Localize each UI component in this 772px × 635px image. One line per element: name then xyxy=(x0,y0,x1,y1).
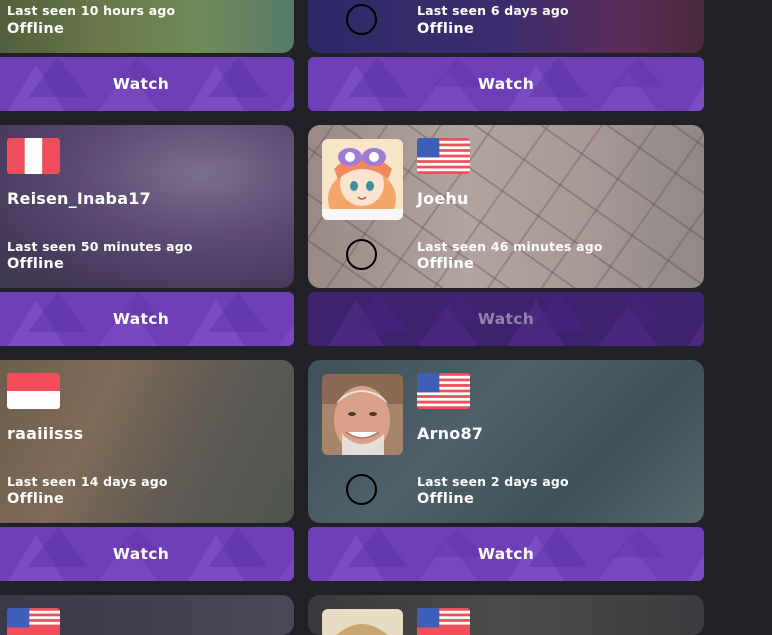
watch-label: Watch xyxy=(112,545,170,563)
user-card: Joehu Last seen 46 minutes ago Offline xyxy=(308,125,704,288)
status-text: Offline xyxy=(7,491,65,507)
status-text: Offline xyxy=(417,21,475,37)
username[interactable]: Joehu xyxy=(417,189,469,208)
last-seen-text: Last seen 14 days ago xyxy=(7,474,168,489)
last-seen-text: Last seen 10 hours ago xyxy=(7,3,176,18)
status-text: Offline xyxy=(7,256,65,272)
usa-flag-icon xyxy=(417,138,470,174)
watch-button[interactable]: Watch xyxy=(0,57,294,111)
watch-label: Watch xyxy=(112,75,170,93)
last-seen-text: Last seen 6 days ago xyxy=(417,3,569,18)
anime-girl-avatar xyxy=(322,139,403,220)
user-card: Reisen_Inaba17 Last seen 50 minutes ago … xyxy=(0,125,294,288)
watch-button[interactable]: Watch xyxy=(308,292,704,346)
usa-flag-icon xyxy=(417,608,470,635)
smiling-man-avatar xyxy=(322,374,403,455)
last-seen-text: Last seen 46 minutes ago xyxy=(417,239,603,254)
watch-label: Watch xyxy=(112,310,170,328)
username[interactable]: raaiiisss xyxy=(7,424,83,443)
avatar-placeholder xyxy=(346,4,377,35)
watch-button[interactable]: Watch xyxy=(0,527,294,581)
status-text: Offline xyxy=(417,256,475,272)
usa-flag-icon xyxy=(417,373,470,409)
username[interactable]: Arno87 xyxy=(417,424,483,443)
watch-label: Watch xyxy=(477,75,535,93)
status-text: Offline xyxy=(7,21,65,37)
user-card xyxy=(308,595,704,635)
avatar-placeholder xyxy=(346,474,377,505)
avatar xyxy=(322,609,403,635)
username[interactable]: Reisen_Inaba17 xyxy=(7,189,151,208)
user-card: Last seen 10 hours ago Offline xyxy=(0,0,294,53)
avatar-placeholder xyxy=(346,239,377,270)
user-card xyxy=(0,595,294,635)
user-card: raaiiisss Last seen 14 days ago Offline xyxy=(0,360,294,523)
watch-button[interactable]: Watch xyxy=(308,57,704,111)
last-seen-text: Last seen 2 days ago xyxy=(417,474,569,489)
usa-flag-icon xyxy=(7,608,60,635)
user-card: Last seen 6 days ago Offline xyxy=(308,0,704,53)
watch-button[interactable]: Watch xyxy=(308,527,704,581)
last-seen-text: Last seen 50 minutes ago xyxy=(7,239,193,254)
peru-flag-icon xyxy=(7,138,60,174)
watch-button[interactable]: Watch xyxy=(0,292,294,346)
indonesia-flag-icon xyxy=(7,373,60,409)
watch-label: Watch xyxy=(477,545,535,563)
watch-label: Watch xyxy=(477,310,535,328)
status-text: Offline xyxy=(417,491,475,507)
user-card: Arno87 Last seen 2 days ago Offline xyxy=(308,360,704,523)
